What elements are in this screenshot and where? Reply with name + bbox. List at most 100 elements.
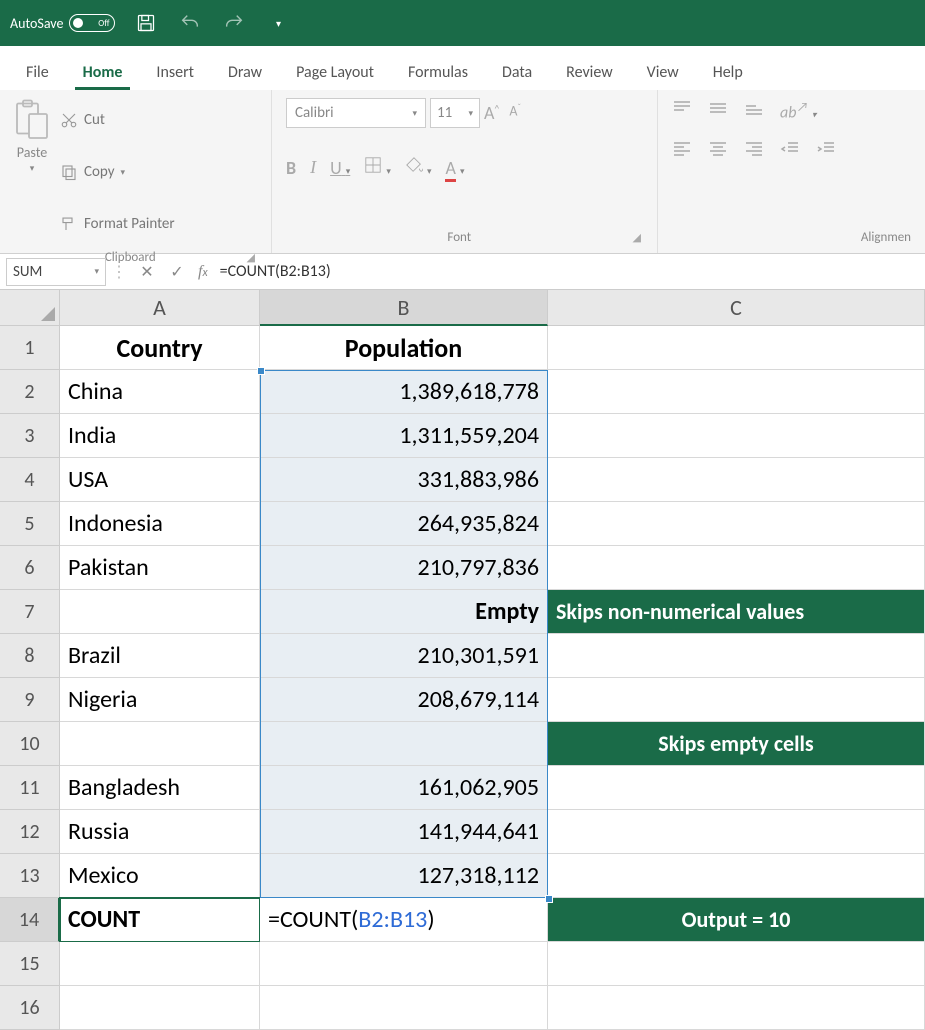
cell-a6[interactable]: Pakistan [60,546,260,590]
cell-c15[interactable] [548,942,925,986]
cell-b13[interactable]: 127,318,112 [260,854,548,898]
cell-c12[interactable] [548,810,925,854]
row-header-7[interactable]: 7 [0,590,60,634]
col-header-c[interactable]: C [548,290,925,326]
font-dialog-launcher-icon[interactable]: ◢ [633,231,643,244]
align-middle-icon[interactable] [708,100,728,121]
cell-c11[interactable] [548,766,925,810]
font-size-selector[interactable]: 11 ▾ [430,98,480,128]
cell-a9[interactable]: Nigeria [60,678,260,722]
format-painter-button[interactable]: Format Painter [60,202,175,246]
row-header-8[interactable]: 8 [0,634,60,678]
cell-b2[interactable]: 1,389,618,778 [260,370,548,414]
tab-insert[interactable]: Insert [148,53,202,90]
align-bottom-icon[interactable] [744,100,764,121]
cell-b8[interactable]: 210,301,591 [260,634,548,678]
cell-a1[interactable]: Country [60,326,260,370]
tab-help[interactable]: Help [705,53,751,90]
qat-customize-icon[interactable]: ▾ [265,10,291,36]
increase-indent-icon[interactable] [816,140,836,161]
row-header-14[interactable]: 14 [0,898,60,942]
formula-input[interactable] [214,258,919,286]
cell-a8[interactable]: Brazil [60,634,260,678]
redo-icon[interactable] [221,10,247,36]
autosave-toggle[interactable]: AutoSave Off [10,14,115,32]
cut-button[interactable]: Cut [60,98,175,142]
row-header-1[interactable]: 1 [0,326,60,370]
cell-a3[interactable]: India [60,414,260,458]
tab-formulas[interactable]: Formulas [400,53,476,90]
cell-c3[interactable] [548,414,925,458]
cell-c5[interactable] [548,502,925,546]
row-header-10[interactable]: 10 [0,722,60,766]
cell-b12[interactable]: 141,944,641 [260,810,548,854]
cell-c4[interactable] [548,458,925,502]
row-header-2[interactable]: 2 [0,370,60,414]
cell-b3[interactable]: 1,311,559,204 [260,414,548,458]
decrease-indent-icon[interactable] [780,140,800,161]
cancel-formula-icon[interactable]: ✕ [132,262,162,282]
orientation-icon[interactable]: ab↗ ▾ [780,98,816,122]
undo-icon[interactable] [177,10,203,36]
row-header-16[interactable]: 16 [0,986,60,1030]
tab-file[interactable]: File [18,53,57,90]
row-header-13[interactable]: 13 [0,854,60,898]
cell-b1[interactable]: Population [260,326,548,370]
cell-b16[interactable] [260,986,548,1030]
cell-a13[interactable]: Mexico [60,854,260,898]
cell-c2[interactable] [548,370,925,414]
align-left-icon[interactable] [672,140,692,161]
tab-review[interactable]: Review [558,53,621,90]
align-center-icon[interactable] [708,140,728,161]
cell-b6[interactable]: 210,797,836 [260,546,548,590]
col-header-b[interactable]: B [260,290,548,326]
fill-color-button[interactable]: ▾ [405,156,432,179]
cell-c8[interactable] [548,634,925,678]
cell-c9[interactable] [548,678,925,722]
copy-button[interactable]: Copy ▾ [60,150,175,194]
row-header-9[interactable]: 9 [0,678,60,722]
cell-b15[interactable] [260,942,548,986]
row-header-5[interactable]: 5 [0,502,60,546]
tab-data[interactable]: Data [494,53,540,90]
decrease-font-icon[interactable]: Aˇ [509,102,521,124]
cell-b14[interactable]: =COUNT(B2:B13) [260,898,548,942]
row-header-15[interactable]: 15 [0,942,60,986]
cell-c14[interactable]: Output = 10 [548,898,925,942]
cell-b11[interactable]: 161,062,905 [260,766,548,810]
increase-font-icon[interactable]: A^ [484,102,499,124]
cell-b10[interactable] [260,722,548,766]
row-header-12[interactable]: 12 [0,810,60,854]
cell-a10[interactable] [60,722,260,766]
cell-b4[interactable]: 331,883,986 [260,458,548,502]
row-header-11[interactable]: 11 [0,766,60,810]
tab-home[interactable]: Home [75,53,131,90]
font-color-button[interactable]: A ▾ [445,157,464,179]
paste-button[interactable]: Paste ▾ [14,98,50,174]
cell-a4[interactable]: USA [60,458,260,502]
cell-b5[interactable]: 264,935,824 [260,502,548,546]
cell-a11[interactable]: Bangladesh [60,766,260,810]
cell-a14[interactable]: COUNT [60,898,260,942]
row-header-3[interactable]: 3 [0,414,60,458]
cell-a12[interactable]: Russia [60,810,260,854]
enter-formula-icon[interactable]: ✓ [162,262,192,282]
align-right-icon[interactable] [744,140,764,161]
cell-a2[interactable]: China [60,370,260,414]
cell-a7[interactable] [60,590,260,634]
font-name-selector[interactable]: Calibri ▾ [286,98,426,128]
cell-c1[interactable] [548,326,925,370]
row-header-6[interactable]: 6 [0,546,60,590]
cell-a16[interactable] [60,986,260,1030]
col-header-a[interactable]: A [60,290,260,326]
tab-view[interactable]: View [639,53,687,90]
align-top-icon[interactable] [672,100,692,121]
tab-page-layout[interactable]: Page Layout [288,53,382,90]
cell-a15[interactable] [60,942,260,986]
tab-draw[interactable]: Draw [220,53,270,90]
insert-function-icon[interactable]: fx [192,263,214,281]
border-button[interactable]: ▾ [364,156,391,179]
italic-button[interactable]: I [310,157,316,178]
cell-c10[interactable]: Skips empty cells [548,722,925,766]
select-all-corner[interactable] [0,290,60,326]
